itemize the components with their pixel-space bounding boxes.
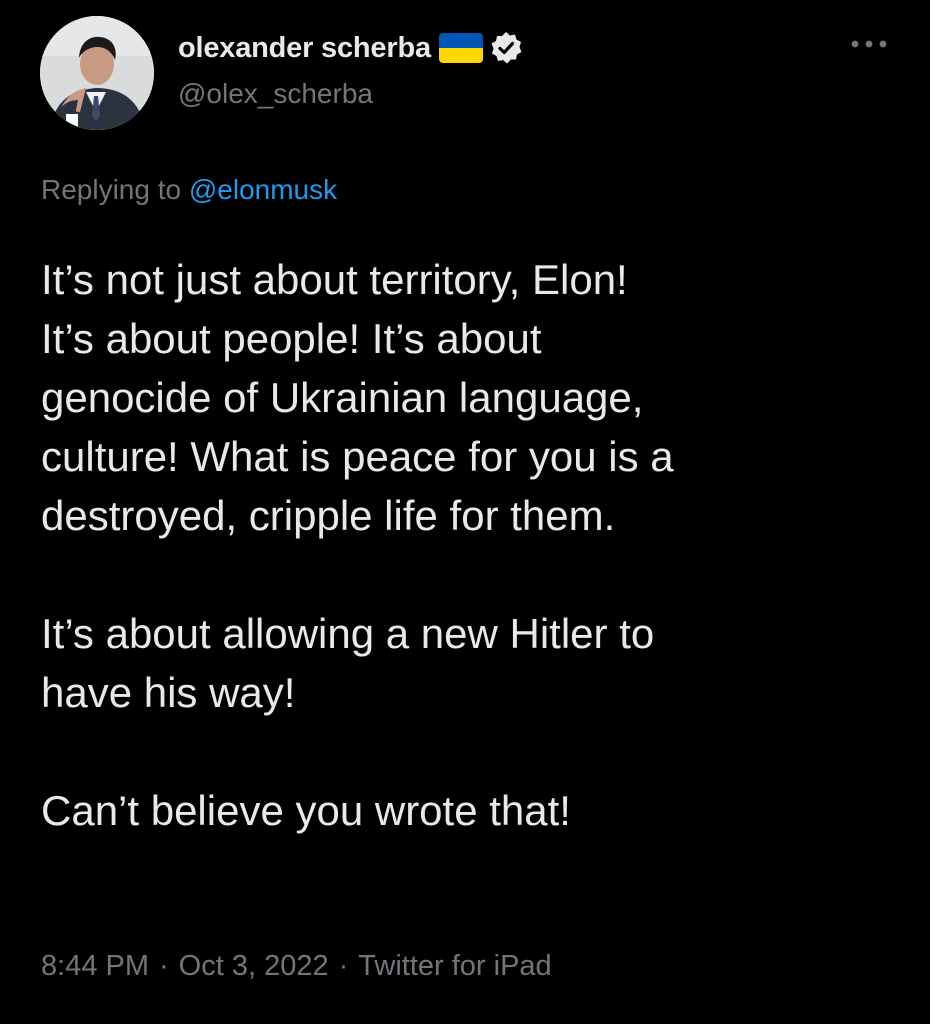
tweet-source[interactable]: Twitter for iPad: [358, 950, 551, 983]
replying-to-line: Replying to @elonmusk: [41, 174, 337, 206]
verified-badge-icon[interactable]: [489, 31, 523, 65]
tweet: olexander scherba @olex_scherba Replying…: [0, 0, 930, 1024]
more-horizontal-icon[interactable]: [846, 34, 892, 54]
tweet-metadata: 8:44 PM · Oct 3, 2022 · Twitter for iPad: [41, 950, 552, 983]
tweet-paragraph: Can’t believe you wrote that!: [41, 787, 571, 834]
meta-separator: ·: [338, 950, 349, 982]
avatar[interactable]: [40, 16, 154, 130]
ukraine-flag-icon: [438, 33, 483, 63]
replying-prefix: Replying to: [41, 174, 182, 205]
tweet-text: It’s not just about territory, Elon! It’…: [41, 250, 911, 840]
tweet-date[interactable]: Oct 3, 2022: [179, 950, 329, 983]
meta-separator: ·: [159, 950, 169, 982]
tweet-time[interactable]: 8:44 PM: [41, 950, 149, 983]
profile-avatar-image: [40, 16, 154, 130]
tweet-paragraph: It’s about allowing a new Hitler to have…: [41, 610, 655, 716]
tweet-paragraph: It’s not just about territory, Elon! It’…: [41, 256, 674, 539]
author-name-row[interactable]: olexander scherba: [178, 30, 523, 66]
author-handle[interactable]: @olex_scherba: [178, 78, 373, 110]
author-display-name[interactable]: olexander scherba: [178, 32, 431, 65]
reply-mention-link[interactable]: @elonmusk: [189, 174, 337, 205]
